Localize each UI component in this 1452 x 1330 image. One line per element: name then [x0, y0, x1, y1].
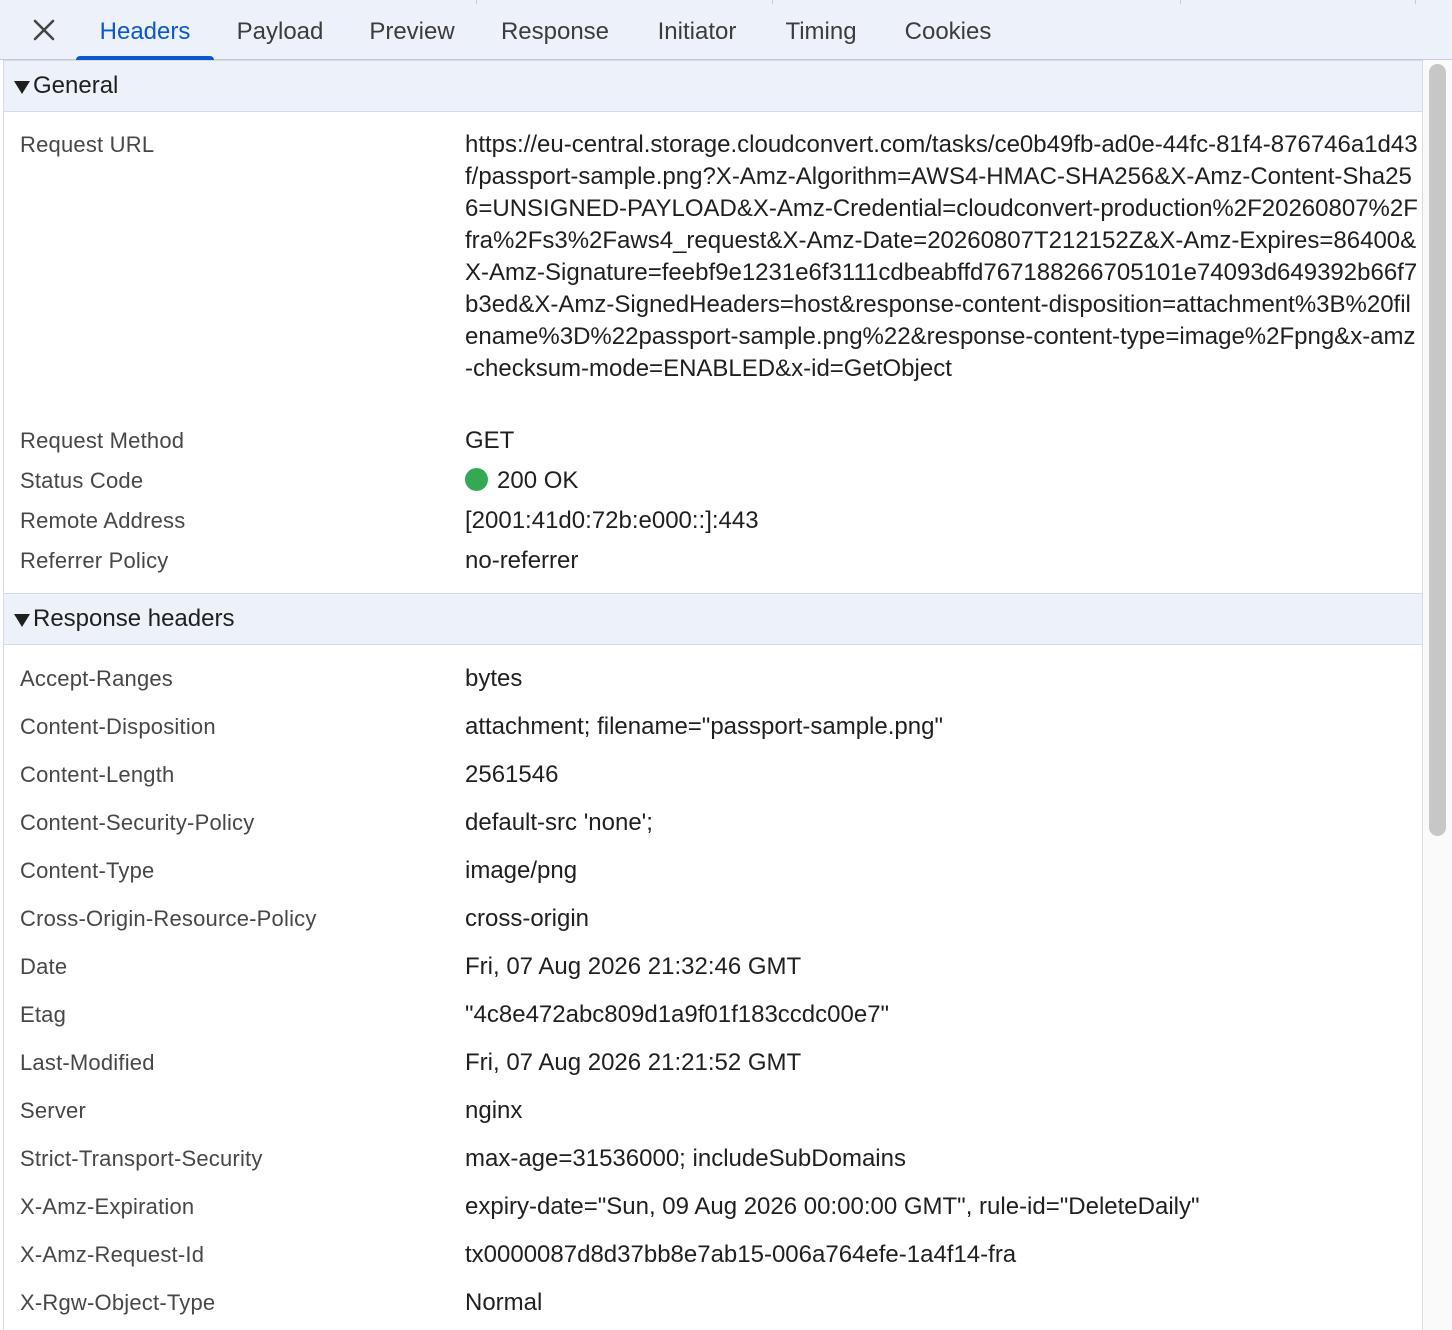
header-key: Date: [20, 954, 68, 979]
referrer-policy-label: Referrer Policy: [20, 548, 169, 573]
triangle-down-icon: [14, 81, 30, 94]
header-key: Strict-Transport-Security: [20, 1146, 263, 1171]
header-key: Cross-Origin-Resource-Policy: [20, 906, 317, 931]
header-key: Content-Length: [20, 762, 175, 787]
header-key: Etag: [20, 1002, 67, 1027]
request-url-label: Request URL: [20, 132, 155, 157]
remote-address-value: [2001:41d0:72b:e000::]:443: [465, 507, 759, 534]
status-dot-icon: [465, 468, 488, 491]
request-url-value: https://eu-central.storage.cloudconvert.…: [465, 131, 1418, 382]
close-button[interactable]: [26, 14, 62, 48]
header-key: Server: [20, 1098, 86, 1123]
section-title: Response headers: [33, 605, 235, 632]
divider: [476, 0, 477, 4]
tab-payload[interactable]: Payload: [224, 0, 336, 59]
header-value: Fri, 07 Aug 2026 21:32:46 GMT: [465, 953, 802, 980]
tab-cookies[interactable]: Cookies: [890, 0, 1006, 59]
tab-preview[interactable]: Preview: [356, 0, 468, 59]
header-value: max-age=31536000; includeSubDomains: [465, 1145, 906, 1172]
response-headers-section-header[interactable]: Response headers: [4, 593, 1422, 645]
header-value: Fri, 07 Aug 2026 21:21:52 GMT: [465, 1049, 802, 1076]
panel-border: [3, 60, 4, 1330]
header-value: nginx: [465, 1097, 523, 1124]
tab-response[interactable]: Response: [488, 0, 622, 59]
header-value: Normal: [465, 1289, 543, 1316]
header-value: expiry-date="Sun, 09 Aug 2026 00:00:00 G…: [465, 1193, 1200, 1220]
scrollbar-thumb[interactable]: [1429, 64, 1446, 836]
header-key: Content-Security-Policy: [20, 810, 255, 835]
header-value: cross-origin: [465, 905, 590, 932]
divider: [1180, 0, 1181, 4]
section-title: General: [33, 72, 119, 99]
header-value: image/png: [465, 857, 578, 884]
header-key: Content-Disposition: [20, 714, 216, 739]
request-method-value: GET: [465, 427, 515, 454]
header-value: tx0000087d8d37bb8e7ab15-006a764efe-1a4f1…: [465, 1241, 1017, 1268]
tab-headers[interactable]: Headers: [76, 0, 214, 60]
divider: [1415, 0, 1416, 4]
tab-bar: Headers Payload Preview Response Initiat…: [0, 0, 1452, 60]
tab-timing[interactable]: Timing: [772, 0, 870, 59]
remote-address-label: Remote Address: [20, 508, 186, 533]
tab-initiator[interactable]: Initiator: [642, 0, 752, 59]
referrer-policy-value: no-referrer: [465, 547, 579, 574]
header-key: X-Amz-Request-Id: [20, 1242, 205, 1267]
general-section-header[interactable]: General: [4, 60, 1422, 112]
header-key: Accept-Ranges: [20, 666, 174, 691]
status-code-label: Status Code: [20, 468, 144, 493]
header-value: default-src 'none';: [465, 809, 653, 836]
status-code-value: 200 OK: [465, 467, 578, 495]
header-value: attachment; filename="passport-sample.pn…: [465, 713, 943, 740]
header-value: 2561546: [465, 761, 559, 788]
header-key: Content-Type: [20, 858, 155, 883]
header-value: "4c8e472abc809d1a9f01f183ccdc00e7": [465, 1001, 890, 1028]
status-text: 200 OK: [497, 467, 579, 494]
header-key: Last-Modified: [20, 1050, 155, 1075]
triangle-down-icon: [14, 614, 30, 627]
header-value: bytes: [465, 665, 523, 692]
header-key: X-Rgw-Object-Type: [20, 1290, 216, 1315]
header-key: X-Amz-Expiration: [20, 1194, 195, 1219]
request-method-label: Request Method: [20, 428, 185, 453]
close-icon: [33, 19, 55, 41]
